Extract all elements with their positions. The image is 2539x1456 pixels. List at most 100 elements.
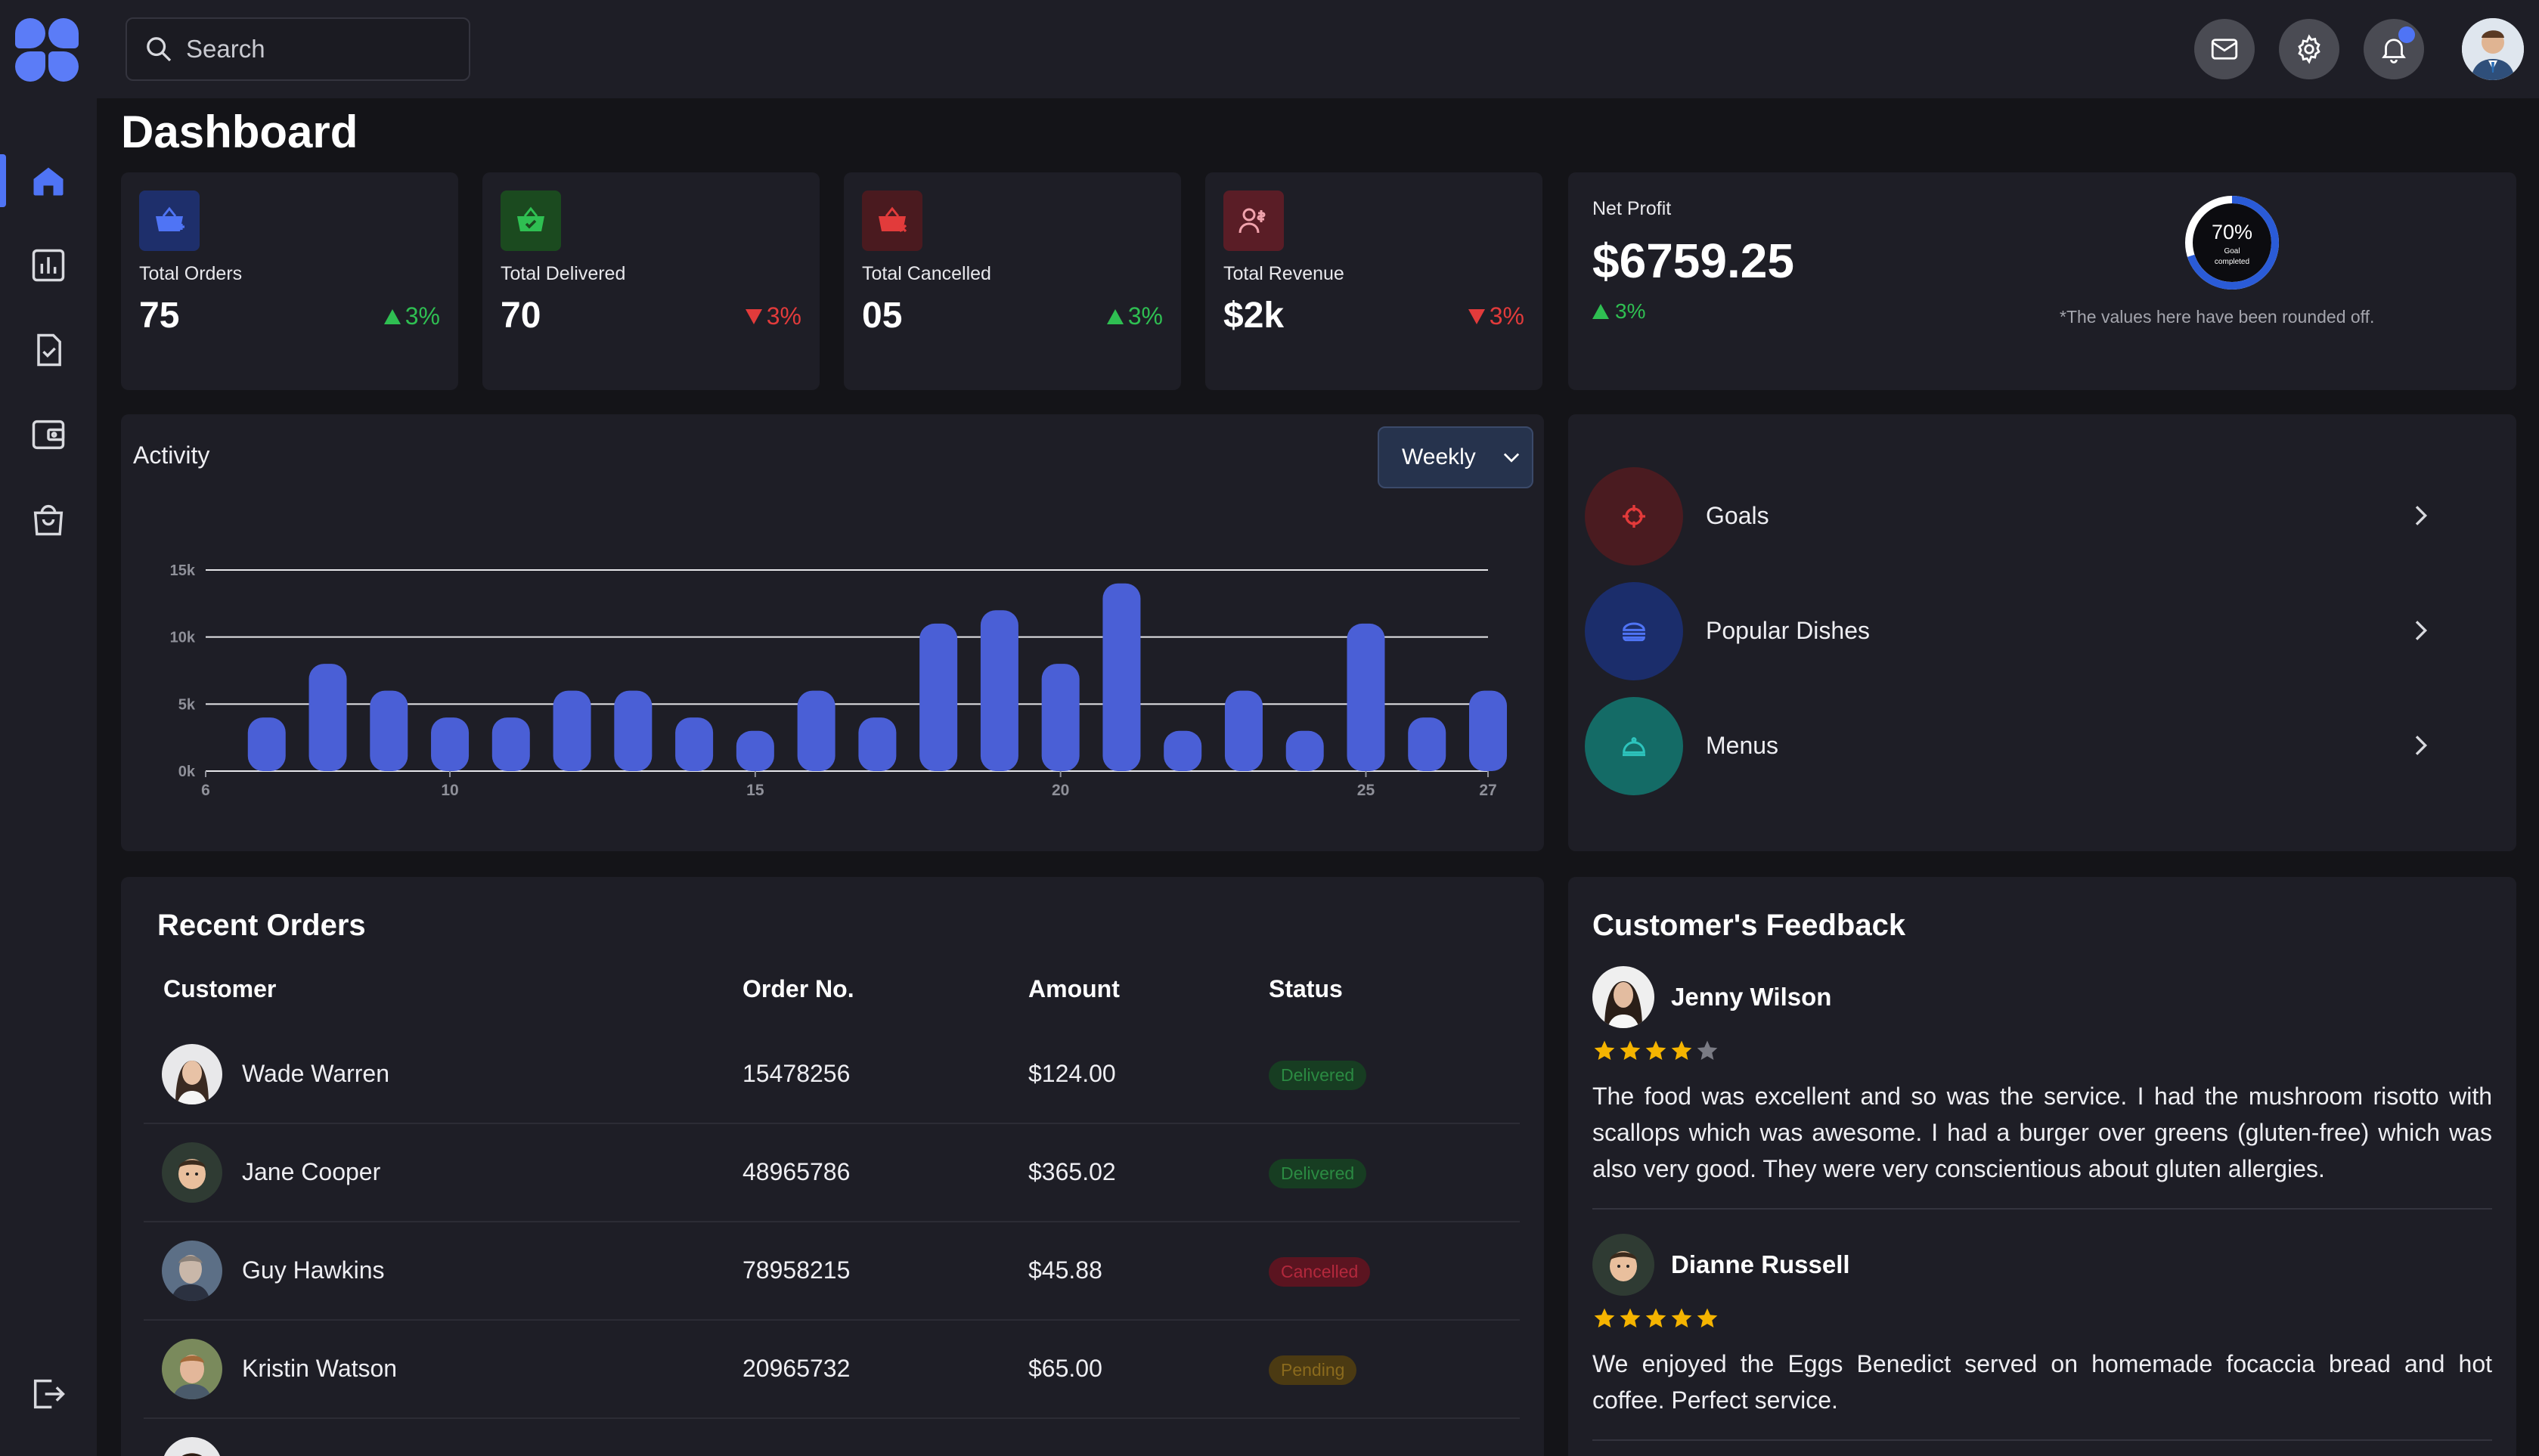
column-header-customer: Customer — [163, 975, 277, 1002]
order-amount: $65.00 — [1028, 1355, 1102, 1382]
status-badge: Pending — [1269, 1355, 1357, 1385]
customer-avatar — [162, 1142, 222, 1203]
target-icon — [1623, 505, 1645, 528]
y-tick-label: 10k — [170, 630, 196, 646]
chart-bar[interactable] — [980, 610, 1018, 771]
sidebar-item-wallet[interactable] — [27, 414, 70, 456]
mail-button[interactable] — [2194, 19, 2255, 79]
column-header-status: Status — [1269, 975, 1343, 1002]
y-tick-label: 15k — [170, 562, 196, 579]
star-icon — [1620, 1308, 1641, 1327]
search-input[interactable] — [186, 35, 458, 64]
net-profit-note: *The values here have been rounded off. — [2060, 307, 2375, 327]
basket-cancel-icon — [879, 206, 907, 233]
order-amount: $365.02 — [1028, 1158, 1116, 1185]
search-box[interactable] — [126, 17, 470, 81]
chart-icon — [32, 249, 65, 282]
customer-name: Wade Warren — [242, 1060, 390, 1087]
sidebar-item-shop[interactable] — [27, 498, 70, 541]
stat-card-total-cancelled[interactable]: Total Cancelled 05 3% — [844, 172, 1181, 390]
order-amount: $45.88 — [1028, 1256, 1102, 1284]
customer-name: Jane Cooper — [242, 1158, 381, 1185]
net-profit-label: Net Profit — [1592, 198, 1672, 219]
stat-card-total-revenue[interactable]: Total Revenue $2k 3% — [1205, 172, 1542, 390]
stat-delta: 3% — [745, 302, 801, 330]
chart-bar[interactable] — [308, 664, 347, 771]
table-row[interactable]: Jane Cooper 48965786 $365.02 Delivered — [144, 1124, 1520, 1222]
chart-bar[interactable] — [675, 717, 714, 771]
stat-delta: 3% — [1106, 302, 1163, 330]
notification-dot — [2398, 26, 2415, 43]
search-icon — [147, 37, 172, 62]
chart-bar[interactable] — [1102, 583, 1141, 771]
sidebar-item-logout[interactable] — [27, 1373, 70, 1415]
stat-icon-box — [862, 191, 922, 251]
chart-bar[interactable] — [1041, 664, 1080, 771]
star-icon — [1594, 1040, 1615, 1060]
period-select[interactable]: Weekly — [1378, 426, 1533, 488]
notifications-button[interactable] — [2364, 19, 2424, 79]
chart-bar[interactable] — [1347, 623, 1385, 771]
chart-bar[interactable] — [858, 717, 897, 771]
stat-value: 70 — [501, 296, 541, 336]
order-number: 78958215 — [742, 1256, 851, 1284]
app-logo[interactable] — [15, 18, 79, 82]
star-icon — [1645, 1308, 1666, 1327]
quick-link-menus[interactable]: Menus — [1585, 697, 2435, 795]
net-profit-card[interactable]: Net Profit $6759.25 3% 70% Goal complete… — [1568, 172, 2516, 390]
order-amount: $124.00 — [1028, 1060, 1116, 1087]
x-tick-label: 15 — [746, 782, 764, 799]
chart-bar[interactable] — [1285, 730, 1324, 771]
stat-value: $2k — [1223, 296, 1285, 336]
chart-bar[interactable] — [491, 717, 530, 771]
page-title: Dashboard — [121, 107, 358, 157]
y-tick-label: 0k — [178, 764, 196, 780]
chart-bar[interactable] — [247, 717, 286, 771]
stat-delta: 3% — [1468, 302, 1524, 330]
quick-link-label: Popular Dishes — [1706, 617, 1870, 644]
stat-card-total-delivered[interactable]: Total Delivered 70 3% — [482, 172, 820, 390]
feedback-divider — [1592, 1439, 2492, 1441]
menus-icon-circle — [1585, 697, 1683, 795]
chart-bar[interactable] — [431, 717, 470, 771]
chart-bar[interactable] — [736, 730, 774, 771]
sidebar-item-analytics[interactable] — [27, 244, 70, 287]
x-tick-label: 6 — [201, 782, 210, 799]
activity-chart: 0k 5k 10k 15k 6 10 15 20 25 27 — [170, 562, 1507, 799]
cloche-icon — [1623, 737, 1645, 757]
settings-button[interactable] — [2279, 19, 2339, 79]
chart-bar[interactable] — [553, 690, 591, 771]
trend-up-icon — [1592, 304, 1609, 319]
trend-up-icon — [383, 308, 401, 324]
net-profit-delta-value: 3% — [1615, 299, 1646, 323]
stat-icon-box — [139, 191, 200, 251]
sidebar-item-home[interactable] — [27, 160, 70, 202]
chart-bar[interactable] — [614, 690, 653, 771]
quick-link-popular-dishes[interactable]: Popular Dishes — [1585, 582, 2435, 680]
chart-bar[interactable] — [919, 623, 958, 771]
star-icon — [1671, 1040, 1692, 1060]
table-row[interactable]: Guy Hawkins 78958215 $45.88 Cancelled — [144, 1222, 1520, 1321]
recent-orders-card: Recent Orders Customer Order No. Amount … — [121, 877, 1544, 1456]
chart-bar[interactable] — [1469, 690, 1507, 771]
stat-card-total-orders[interactable]: Total Orders 75 3% — [121, 172, 458, 390]
quick-link-goals[interactable]: Goals — [1585, 467, 2435, 565]
chart-bar[interactable] — [1408, 717, 1446, 771]
chart-bar[interactable] — [1164, 730, 1202, 771]
table-row[interactable]: Wade Warren 15478256 $124.00 Delivered — [144, 1026, 1520, 1124]
wallet-icon — [32, 420, 65, 450]
checklist-icon — [37, 333, 61, 367]
customer-avatar — [162, 1241, 222, 1301]
chart-bar[interactable] — [1224, 690, 1263, 771]
chart-bar[interactable] — [370, 690, 408, 771]
review-text: We enjoyed the Eggs Benedict served on h… — [1592, 1350, 2492, 1414]
sidebar-item-tasks[interactable] — [27, 329, 70, 371]
stat-delta-value: 3% — [1127, 302, 1163, 330]
chart-bar[interactable] — [797, 690, 835, 771]
trend-up-icon — [1106, 308, 1124, 324]
table-row[interactable] — [144, 1419, 1520, 1456]
goal-progress-ring: 70% Goal completed — [2185, 196, 2279, 290]
period-select-value: Weekly — [1402, 445, 1476, 469]
table-row[interactable]: Kristin Watson 20965732 $65.00 Pending — [144, 1321, 1520, 1419]
user-avatar[interactable] — [2462, 18, 2524, 80]
